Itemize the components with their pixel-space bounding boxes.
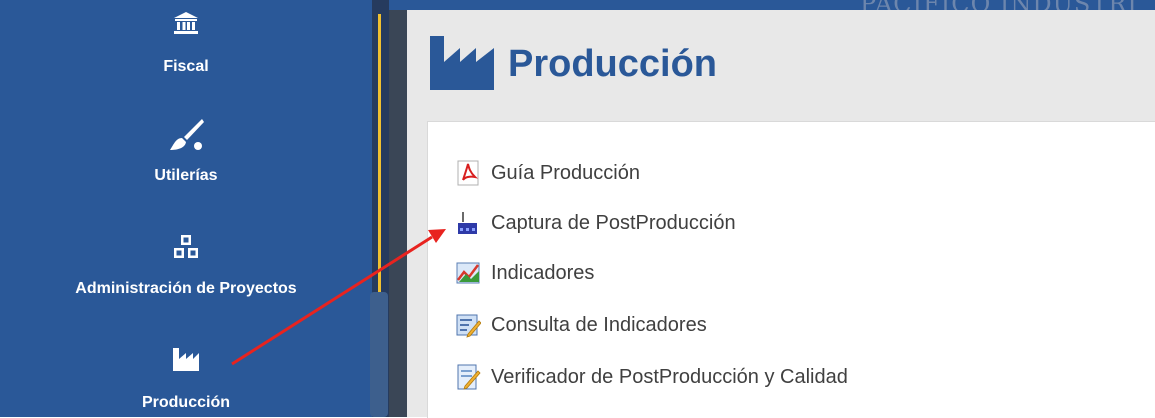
link-label: Captura de PostProducción bbox=[491, 211, 736, 234]
sidebar-item-label: Fiscal bbox=[163, 58, 209, 75]
link-label: Consulta de Indicadores bbox=[491, 313, 707, 336]
link-captura-postproduccion[interactable]: Captura de PostProducción bbox=[455, 210, 736, 236]
pdf-icon bbox=[457, 160, 479, 186]
link-guia-produccion[interactable]: Guía Producción bbox=[455, 160, 640, 186]
link-verificador-postproduccion-calidad[interactable]: Verificador de PostProducción y Calidad bbox=[455, 364, 848, 390]
panel-gutter bbox=[389, 10, 407, 417]
industry-icon bbox=[173, 348, 199, 371]
link-label: Verificador de PostProducción y Calidad bbox=[491, 365, 848, 388]
link-label: Guía Producción bbox=[491, 161, 640, 184]
factory-icon bbox=[458, 212, 477, 234]
sidebar-item-label: Administración de Proyectos bbox=[75, 280, 297, 297]
sidebar: Fiscal Utilerías Administración de Proye… bbox=[0, 0, 372, 417]
sidebar-item-administracion-proyectos[interactable]: Administración de Proyectos bbox=[0, 234, 372, 298]
cubes-icon bbox=[174, 235, 198, 258]
sidebar-item-label: Utilerías bbox=[154, 167, 218, 184]
report-edit-icon bbox=[456, 314, 481, 338]
industry-icon bbox=[430, 36, 494, 90]
paint-brush-icon bbox=[170, 119, 204, 150]
sidebar-item-fiscal[interactable]: Fiscal bbox=[0, 10, 372, 76]
sidebar-item-utilerias[interactable]: Utilerías bbox=[0, 117, 372, 185]
bank-icon bbox=[174, 12, 198, 34]
document-check-icon bbox=[457, 364, 481, 390]
page-title: Producción bbox=[508, 43, 718, 85]
sidebar-item-label: Producción bbox=[141, 394, 230, 411]
link-indicadores[interactable]: Indicadores bbox=[455, 260, 594, 286]
chart-icon bbox=[456, 262, 480, 284]
link-label: Indicadores bbox=[491, 261, 595, 284]
link-consulta-indicadores[interactable]: Consulta de Indicadores bbox=[455, 312, 707, 338]
scrollbar-thumb[interactable] bbox=[370, 292, 388, 417]
sidebar-item-produccion[interactable]: Producción bbox=[0, 346, 372, 412]
